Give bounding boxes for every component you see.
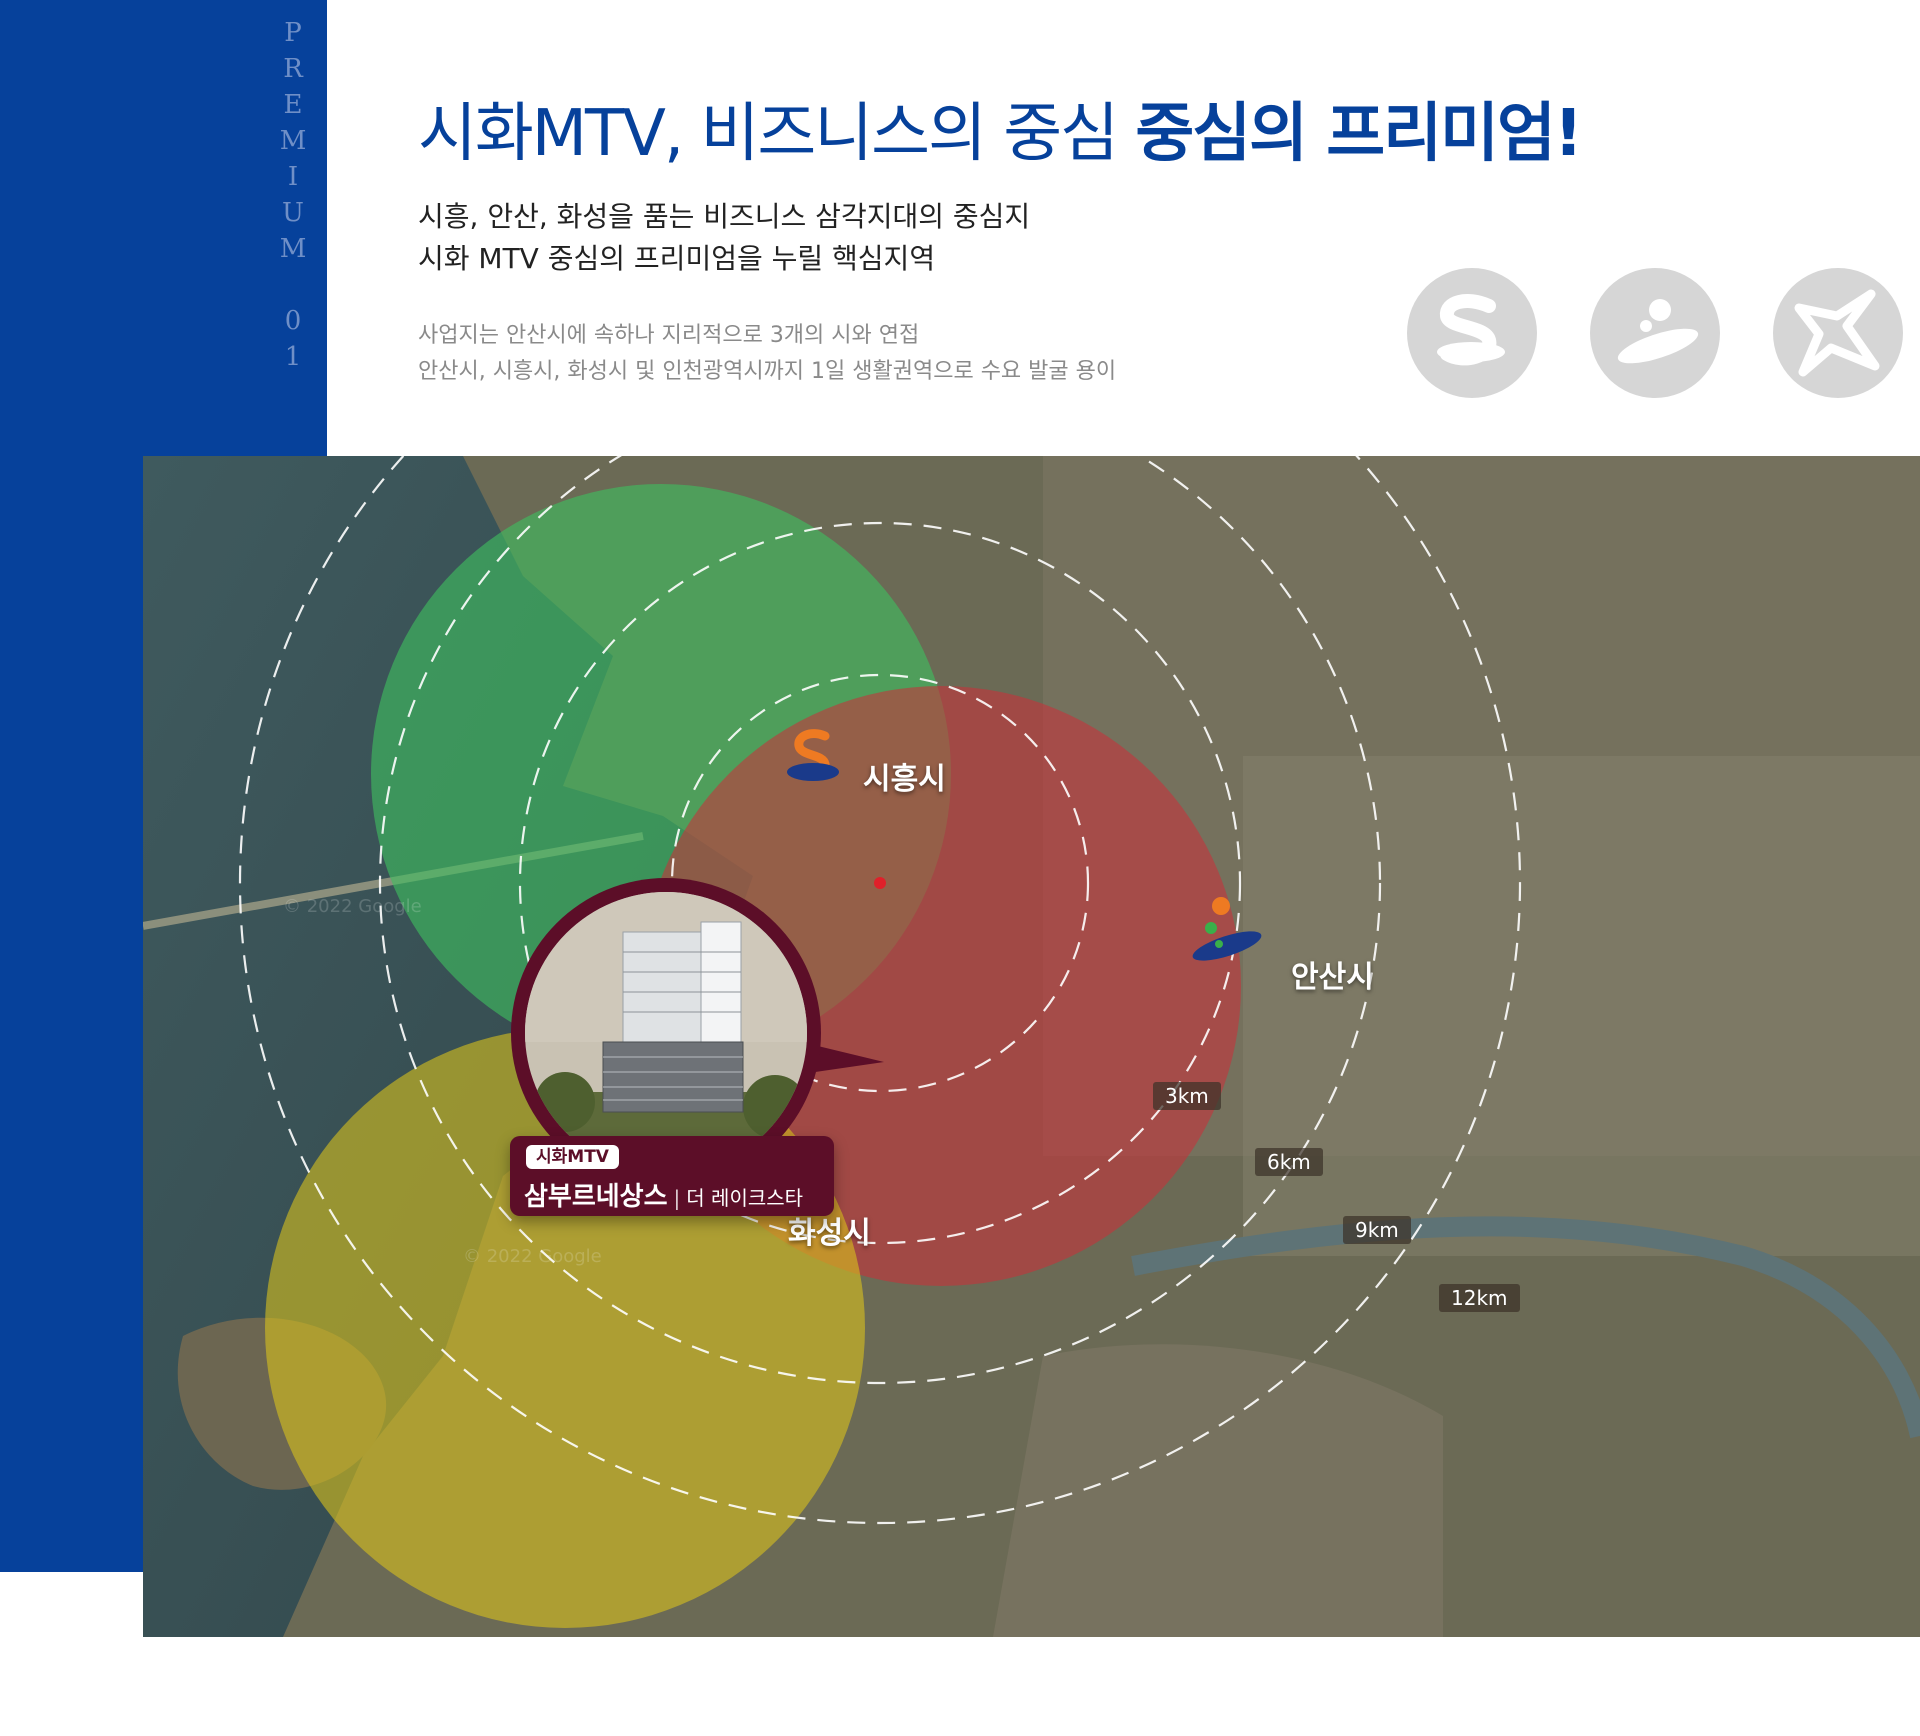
vertical-tag: PREMIUM 01 bbox=[278, 18, 308, 378]
ansan-label: 안산시 bbox=[1291, 960, 1374, 995]
title-bold: 중심의 프리미엄! bbox=[1135, 97, 1583, 171]
siheung-logo-icon bbox=[1407, 268, 1537, 398]
subtitle-line1: 시흥, 안산, 화성을 품는 비즈니스 삼각지대의 중심지 bbox=[418, 200, 1031, 233]
site-name: 삼부르네상스 | 더 레이크스타 bbox=[524, 1176, 803, 1213]
siheung-label: 시흥시 bbox=[863, 762, 946, 797]
mudflat bbox=[993, 1344, 1443, 1637]
subtitle: 시흥, 안산, 화성을 품는 비즈니스 삼각지대의 중심지 시화 MTV 중심의… bbox=[418, 196, 1030, 280]
desc-line2: 안산시, 시흥시, 화성시 및 인천광역시까지 1일 생활권역으로 수요 발굴 … bbox=[418, 359, 1117, 384]
site-name-main: 삼부르네상스 bbox=[524, 1182, 668, 1212]
site-label: 시화MTV 삼부르네상스 | 더 레이크스타 bbox=[510, 1136, 834, 1216]
distance-label-3km: 3km bbox=[1153, 1082, 1221, 1110]
hwaseong-logo-icon bbox=[1773, 268, 1903, 398]
distance-label-12km: 12km bbox=[1439, 1284, 1520, 1312]
distance-label-6km: 6km bbox=[1255, 1148, 1323, 1176]
satellite-map: © 2022 Google © 2022 Google 시흥시 안산시 화성시 … bbox=[143, 456, 1920, 1637]
desc-line1: 사업지는 안산시에 속하나 지리적으로 3개의 시와 연접 bbox=[418, 323, 920, 348]
site-marker bbox=[874, 877, 886, 889]
map-watermark-2: © 2022 Google bbox=[463, 1246, 602, 1267]
description: 사업지는 안산시에 속하나 지리적으로 3개의 시와 연접 안산시, 시흥시, … bbox=[418, 318, 1116, 390]
subtitle-line2: 시화 MTV 중심의 프리미엄을 누릴 핵심지역 bbox=[418, 242, 936, 275]
title-light: 시화MTV, 비즈니스의 중심 bbox=[418, 97, 1119, 171]
site-badge: 시화MTV bbox=[526, 1145, 619, 1169]
map-graphics bbox=[143, 456, 1920, 1637]
site-name-sub: 더 레이크스타 bbox=[686, 1186, 804, 1210]
building-photo bbox=[525, 892, 807, 1174]
ansan-logo-icon bbox=[1590, 268, 1720, 398]
distance-label-9km: 9km bbox=[1343, 1216, 1411, 1244]
page-title: 시화MTV, 비즈니스의 중심 중심의 프리미엄! bbox=[418, 82, 1583, 174]
site-name-separator: | bbox=[673, 1186, 681, 1210]
urban-area-ansan bbox=[1243, 756, 1920, 1256]
map-watermark-1: © 2022 Google bbox=[283, 896, 422, 917]
